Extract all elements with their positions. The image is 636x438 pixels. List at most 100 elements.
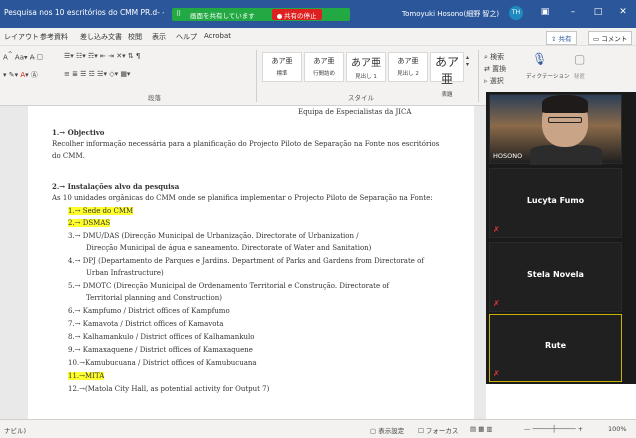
- share-icon: ⇪: [551, 35, 559, 43]
- list-item: 12.→(Matola City Hall, as potential acti…: [68, 385, 270, 393]
- style-preview: あア亜: [434, 55, 459, 86]
- share-button[interactable]: ⇪ 共有: [546, 31, 577, 45]
- display-settings-button[interactable]: ▢ 表示設定: [370, 425, 404, 435]
- muted-mic-icon: ✗: [493, 225, 500, 234]
- list-item: 3.→ DMU/DAS (Direcção Municipal de Urban…: [68, 232, 359, 240]
- minimize-button[interactable]: –: [566, 7, 580, 21]
- dictate-label[interactable]: ディクテーション: [526, 72, 570, 80]
- list-item: 7.→ Kamavota / District offices of Kamav…: [68, 320, 224, 328]
- display-settings-label: 表示設定: [378, 427, 405, 435]
- style-no-spacing[interactable]: あア亜 行間詰め: [304, 52, 344, 82]
- sensitivity-label[interactable]: 秘匿: [574, 72, 585, 80]
- section-2-intro: As 10 unidades orgânicas do CMM onde se …: [52, 194, 433, 202]
- tab-view[interactable]: 表示: [152, 32, 166, 42]
- title-bar: Pesquisa nos 10 escritórios do CMM PR.d-…: [0, 0, 636, 28]
- style-name: 行間詰め: [312, 71, 335, 77]
- muted-mic-icon: ✗: [493, 299, 500, 308]
- screen-share-bar: ⠿ 画面を共有しています 共有の停止: [172, 8, 350, 21]
- replace-button[interactable]: ⇄ 置換: [484, 64, 506, 74]
- tab-acrobat[interactable]: Acrobat: [204, 32, 231, 40]
- style-preview: あア亜: [313, 57, 335, 65]
- font-color-controls[interactable]: ▾ ✎▾ A▾ Ⓐ: [3, 70, 38, 80]
- select-button[interactable]: ▹ 選択: [484, 76, 504, 86]
- document-page[interactable]: Equipa de Especialistas da JICA 1.→ Obje…: [28, 106, 474, 419]
- style-name: 見出し 1: [355, 74, 377, 80]
- zoom-slider[interactable]: — ─────┼───── +: [524, 425, 583, 433]
- select-label: 選択: [489, 77, 504, 85]
- status-bar: ナビル) ▢ 表示設定 ☐ フォーカス ▤ ▦ ▥ — ─────┼───── …: [0, 419, 636, 438]
- muted-mic-icon: ✗: [493, 369, 500, 378]
- list-item: 5.→ DMOTC (Direcção Municipal de Ordenam…: [68, 282, 390, 290]
- focus-button[interactable]: ☐ フォーカス: [418, 425, 458, 435]
- list-item: 11.→MITA: [68, 372, 105, 380]
- style-standard[interactable]: あア亜 標準: [262, 52, 302, 82]
- comment-button[interactable]: ▭ コメント: [588, 31, 633, 45]
- ribbon-display-icon[interactable]: ▣: [538, 7, 552, 21]
- section-1-heading: 1.→ Objectivo: [52, 128, 105, 137]
- ribbon-divider: [478, 50, 479, 102]
- document-title: Pesquisa nos 10 escritórios do CMM PR.d-…: [4, 8, 164, 17]
- video-person: [530, 145, 602, 165]
- participant-name: Stela Novela: [527, 270, 584, 280]
- close-button[interactable]: ✕: [616, 7, 630, 21]
- list-controls[interactable]: ☰▾ ☷▾ ☶▾ ⇤ ⇥ ✕▾ ⇅ ¶: [64, 52, 140, 60]
- account-name[interactable]: Tomoyuki Hosono(細野 智之): [402, 9, 499, 19]
- list-item-continuation: Urban Infrastructure): [86, 269, 164, 277]
- stop-icon: [277, 13, 282, 19]
- comment-label: コメント: [601, 35, 628, 43]
- participant-tile[interactable]: Stela Novela ✗: [489, 242, 622, 312]
- video-person: [542, 95, 588, 113]
- font-size-controls[interactable]: A^ Aa▾ A̶ ☐: [3, 52, 43, 61]
- style-preview: あア亜: [271, 57, 293, 65]
- search-label: 検索: [490, 53, 505, 61]
- list-item: 1.→ Sede do CMM: [68, 207, 134, 215]
- tab-references[interactable]: 参考資料: [40, 32, 68, 42]
- microphone-icon[interactable]: 🎙: [532, 52, 547, 66]
- list-item: 6.→ Kampfumo / District offices of Kampf…: [68, 307, 230, 315]
- list-item: 4.→ DPJ (Departamento de Parques e Jardi…: [68, 257, 424, 265]
- participant-name: Rute: [544, 341, 567, 351]
- view-mode-icons[interactable]: ▤ ▦ ▥: [470, 425, 493, 433]
- list-item-continuation: Territorial planning and Construction): [86, 294, 222, 302]
- style-heading-2[interactable]: あア亜 見出し 2: [388, 52, 428, 82]
- share-label: 共有: [558, 35, 572, 43]
- display-settings-icon: ▢: [370, 427, 379, 435]
- share-status-text: 画面を共有しています: [190, 12, 255, 20]
- replace-label: 置換: [492, 65, 507, 73]
- participant-tile[interactable]: Rute ✗: [489, 314, 622, 382]
- section-1-text: Recolher informação necessária para a pl…: [52, 140, 440, 148]
- ribbon-divider: [256, 50, 257, 102]
- participant-name: HOSONO: [493, 152, 523, 160]
- drag-handle-icon[interactable]: ⠿: [176, 10, 181, 18]
- replace-icon: ⇄: [484, 65, 493, 73]
- section-1-text: do CMM.: [52, 152, 85, 160]
- style-heading-1[interactable]: あア亜 見出し 1: [346, 52, 386, 82]
- search-button[interactable]: ⌕ 検索: [484, 52, 504, 62]
- style-preview: あア亜: [397, 57, 419, 65]
- styles-scroll-icon[interactable]: ▴ ▾: [466, 54, 469, 68]
- tab-review[interactable]: 校閲: [128, 32, 142, 42]
- style-name: 標準: [276, 71, 288, 77]
- participant-tile[interactable]: Lucyta Fumo ✗: [489, 168, 622, 238]
- ribbon-tabs: レイアウト 参考資料 差し込み文書 校閲 表示 ヘルプ Acrobat ⇪ 共有…: [0, 28, 636, 46]
- style-name: 見出し 2: [397, 71, 419, 77]
- style-group-label: スタイル: [348, 94, 374, 102]
- stop-share-button[interactable]: 共有の停止: [272, 9, 322, 20]
- list-item: 10.→Kamubucuana / District offices of Ka…: [68, 359, 257, 367]
- sensitivity-icon[interactable]: ▢: [574, 52, 585, 66]
- avatar[interactable]: TH: [509, 6, 523, 20]
- focus-label: フォーカス: [425, 427, 459, 435]
- participant-video-tile[interactable]: HOSONO: [489, 94, 622, 165]
- maximize-button[interactable]: □: [591, 7, 605, 21]
- tab-help[interactable]: ヘルプ: [176, 32, 197, 42]
- zoom-level[interactable]: 100%: [608, 425, 627, 433]
- tab-mailings[interactable]: 差し込み文書: [80, 32, 122, 42]
- participants-panel: HOSONO Lucyta Fumo ✗ Stela Novela ✗ Rute…: [486, 92, 636, 384]
- list-item: 9.→ Kamaxaquene / District offices of Ka…: [68, 346, 253, 354]
- focus-icon: ☐: [418, 427, 426, 435]
- alignment-controls[interactable]: ≡ ≣ ☰ ☲ ☱▾ ◇▾ ▦▾: [64, 70, 130, 78]
- style-title[interactable]: あア亜 表題: [430, 52, 464, 98]
- list-item-continuation: Direcção Municipal de água e saneamento.…: [86, 244, 372, 252]
- tab-layout[interactable]: レイアウト: [4, 32, 39, 42]
- status-left: ナビル): [4, 427, 27, 435]
